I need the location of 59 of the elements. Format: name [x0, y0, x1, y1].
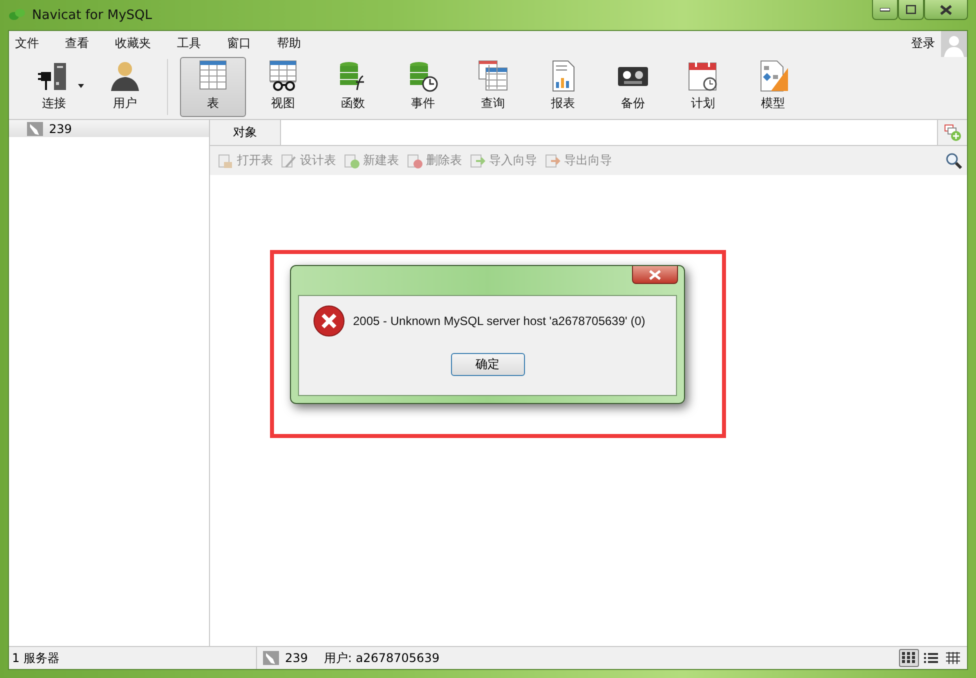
table-open-icon [218, 152, 234, 168]
close-button[interactable] [924, 0, 968, 20]
server-count: 1 服务器 [11, 650, 60, 666]
database-clock-icon [407, 60, 439, 92]
status-user: 用户: a2678705639 [324, 650, 440, 666]
menu-item[interactable]: 收藏夹 [115, 34, 177, 52]
toolbar-button[interactable]: 连接 [17, 57, 91, 117]
toolbar-button[interactable]: 报表 [530, 57, 596, 117]
error-message: 2005 - Unknown MySQL server host 'a2678705639' (0) [353, 314, 646, 328]
grid-view-icon [902, 652, 916, 664]
toolbar-button[interactable]: 模型 [740, 57, 806, 117]
minimize-icon [880, 8, 890, 12]
window-title: Navicat for MySQL [32, 8, 152, 22]
maximize-icon [906, 5, 916, 14]
toolbar-button[interactable]: 视图 [250, 57, 316, 117]
caret-icon [78, 84, 84, 88]
toolbar-button[interactable]: 用户 [95, 57, 155, 117]
menu-item[interactable]: 文件 [15, 34, 65, 52]
connection-icon [263, 651, 279, 665]
search-icon [945, 152, 963, 170]
close-icon [940, 4, 952, 14]
connection-item[interactable]: 239 [9, 120, 209, 137]
import-arrow-icon [470, 152, 486, 168]
tables-icon [477, 60, 509, 92]
menu-item[interactable]: 窗口 [227, 34, 277, 52]
view-mode-button[interactable] [943, 649, 963, 667]
menu-item[interactable]: 帮助 [277, 34, 327, 52]
dialog-close-button[interactable] [632, 266, 678, 284]
toolbar-button[interactable]: 表 [180, 57, 246, 117]
table-glasses-icon [267, 60, 299, 92]
status-connection: 239 [285, 651, 308, 665]
calendar-clock-icon [687, 60, 719, 92]
list-view-icon [924, 652, 938, 664]
error-icon [313, 305, 345, 337]
table-pencil-icon [281, 152, 297, 168]
minimize-button[interactable] [872, 0, 898, 20]
detail-view-icon [946, 652, 960, 664]
maximize-button[interactable] [898, 0, 924, 20]
toolbar-button[interactable]: 备份 [600, 57, 666, 117]
filter-field[interactable] [280, 120, 937, 145]
toolbar-button[interactable]: 函数 [320, 57, 386, 117]
menu-item[interactable]: 工具 [177, 34, 227, 52]
table-plus-icon [944, 124, 962, 142]
table-plus-icon [344, 152, 360, 168]
export-arrow-icon [545, 152, 561, 168]
app-logo-icon [8, 8, 26, 22]
connection-name: 239 [49, 122, 72, 136]
search-button[interactable] [945, 152, 963, 170]
table-minus-icon [407, 152, 423, 168]
ok-button[interactable]: 确定 [450, 353, 524, 376]
login-link[interactable]: 登录 [911, 34, 935, 52]
toolbar-button[interactable]: 查询 [460, 57, 526, 117]
toolbar-button[interactable]: 计划 [670, 57, 736, 117]
close-icon [649, 270, 661, 280]
menu-item[interactable]: 查看 [65, 34, 115, 52]
table-icon [197, 60, 229, 92]
toolbar-button[interactable]: 事件 [390, 57, 456, 117]
view-mode-button[interactable] [899, 649, 919, 667]
user-icon [109, 60, 141, 92]
